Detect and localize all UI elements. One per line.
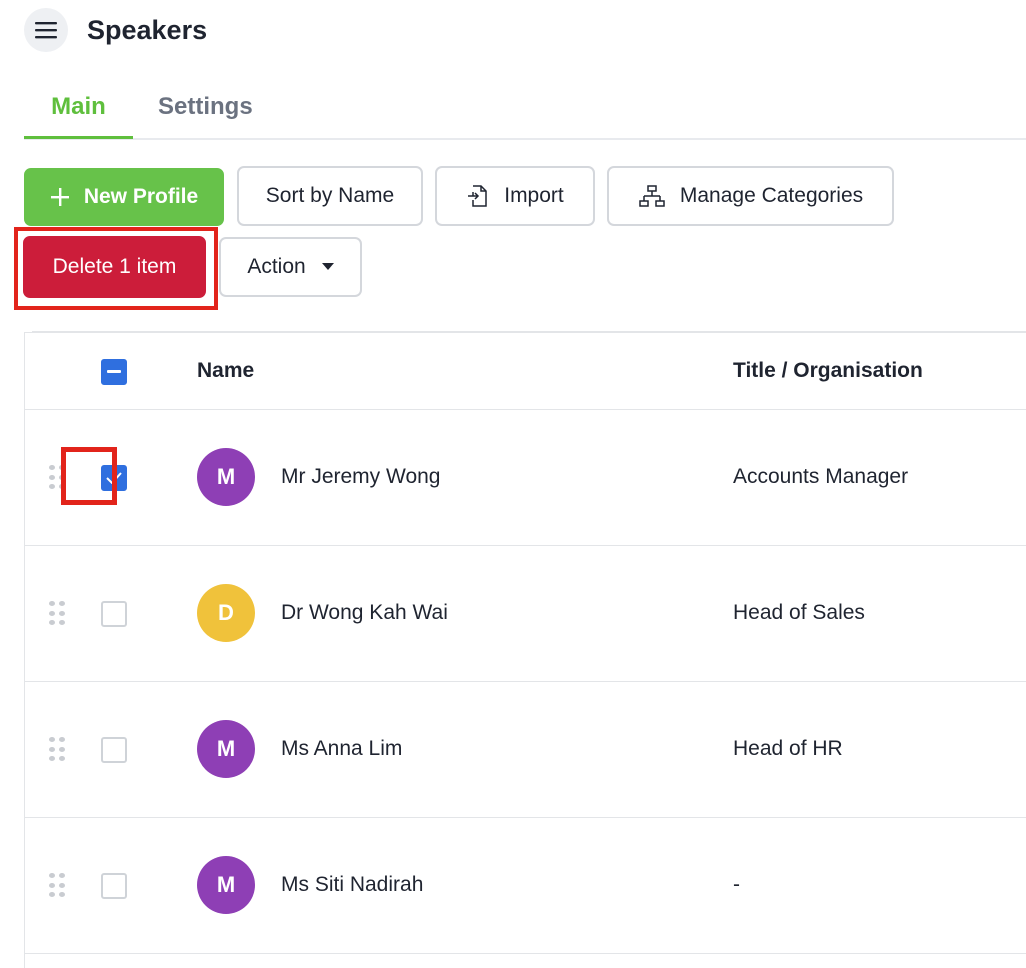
speaker-title: Accounts Manager <box>733 465 909 488</box>
speaker-title: - <box>733 873 740 896</box>
new-profile-label: New Profile <box>83 185 199 208</box>
column-header-name[interactable]: Name <box>197 359 254 383</box>
import-button[interactable]: Import <box>435 166 595 226</box>
tab-main[interactable]: Main <box>24 80 133 139</box>
table-row[interactable]: M Ms Siti Nadirah - <box>25 818 1026 954</box>
manage-categories-label: Manage Categories <box>679 184 864 207</box>
drag-handle-icon[interactable] <box>49 737 65 763</box>
manage-categories-button[interactable]: Manage Categories <box>607 166 894 226</box>
avatar: M <box>197 856 255 914</box>
row-checkbox[interactable] <box>101 601 127 627</box>
drag-handle-icon[interactable] <box>49 465 65 491</box>
speaker-name[interactable]: Dr Wong Kah Wai <box>281 601 448 625</box>
import-file-icon <box>466 183 490 209</box>
tab-settings[interactable]: Settings <box>158 80 253 140</box>
drag-handle-icon[interactable] <box>49 601 65 627</box>
hamburger-menu-icon <box>35 22 57 39</box>
table-row[interactable]: M Mr Jeremy Wong Accounts Manager <box>25 410 1026 546</box>
row-checkbox[interactable] <box>101 465 127 491</box>
row-checkbox[interactable] <box>101 737 127 763</box>
avatar: M <box>197 720 255 778</box>
sort-by-name-button[interactable]: Sort by Name <box>237 166 423 226</box>
speaker-name[interactable]: Ms Anna Lim <box>281 737 402 761</box>
speakers-table: Name Title / Organisation M Mr Jeremy Wo… <box>24 332 1026 968</box>
column-header-title[interactable]: Title / Organisation <box>733 359 923 383</box>
import-label: Import <box>504 184 564 207</box>
table-header-row: Name Title / Organisation <box>25 333 1026 410</box>
delete-items-button[interactable]: Delete 1 item <box>23 236 206 298</box>
caret-down-icon <box>321 263 334 270</box>
menu-button[interactable] <box>24 8 68 52</box>
new-profile-button[interactable]: New Profile <box>24 168 224 226</box>
checkmark-icon <box>106 472 122 484</box>
table-row[interactable]: D Dr Wong Kah Wai Head of Sales <box>25 546 1026 682</box>
plus-icon <box>50 187 70 207</box>
page-title: Speakers <box>87 14 208 45</box>
table-row[interactable]: M Ms Anna Lim Head of HR <box>25 682 1026 818</box>
avatar: M <box>197 448 255 506</box>
speaker-name[interactable]: Mr Jeremy Wong <box>281 465 440 489</box>
hierarchy-icon <box>638 184 666 208</box>
action-label: Action <box>247 255 306 278</box>
speaker-name[interactable]: Ms Siti Nadirah <box>281 873 423 897</box>
select-all-checkbox[interactable] <box>101 359 127 385</box>
minus-icon <box>107 370 121 373</box>
row-checkbox[interactable] <box>101 873 127 899</box>
drag-handle-icon[interactable] <box>49 873 65 899</box>
tab-bar: Main Settings <box>24 80 1026 140</box>
delete-items-label: Delete 1 item <box>52 255 177 278</box>
speaker-title: Head of Sales <box>733 601 865 624</box>
speaker-title: Head of HR <box>733 737 843 760</box>
sort-by-name-label: Sort by Name <box>265 184 395 207</box>
page-header: Speakers <box>24 6 207 54</box>
avatar: D <box>197 584 255 642</box>
action-dropdown[interactable]: Action <box>219 237 362 297</box>
